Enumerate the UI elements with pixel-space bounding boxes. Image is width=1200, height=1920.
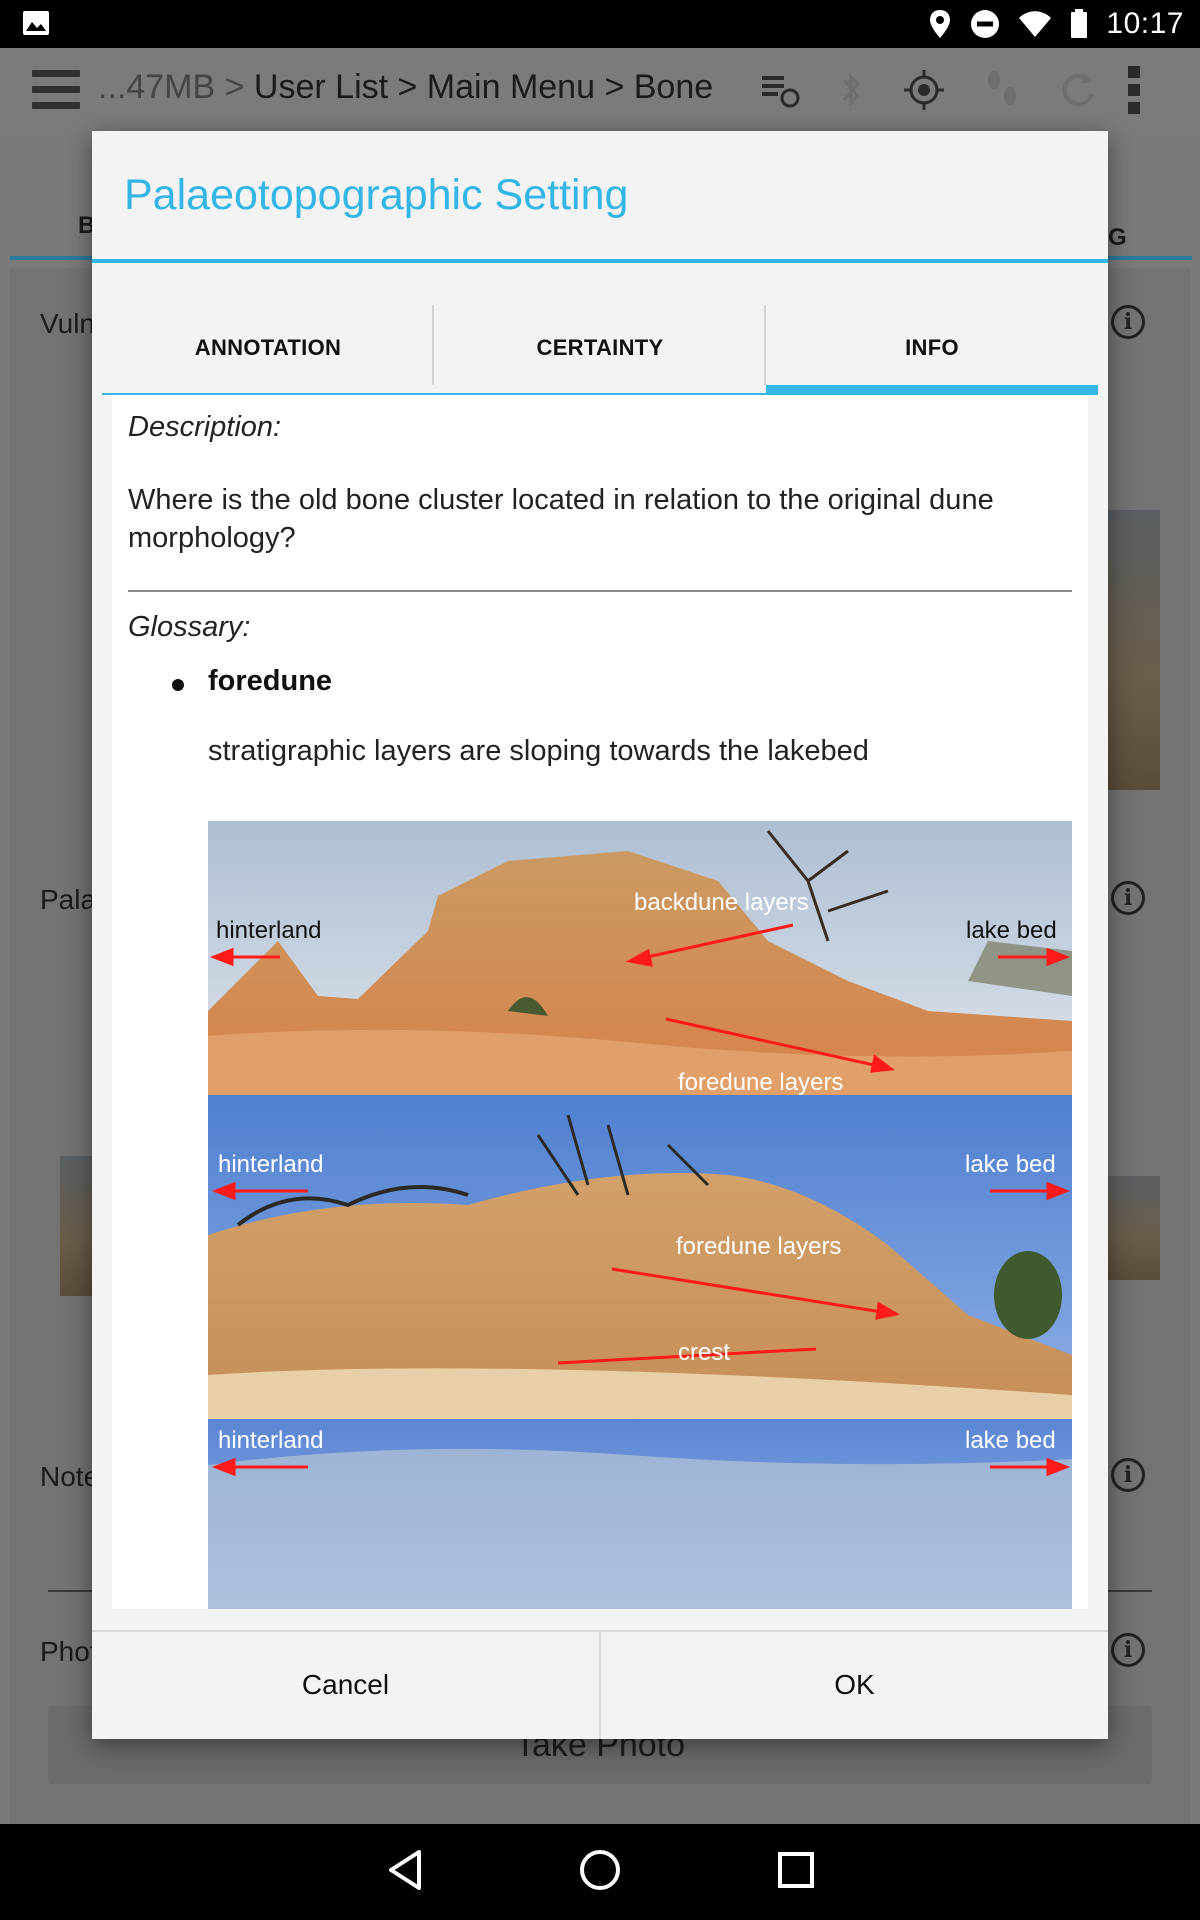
tab-annotation[interactable]: ANNOTATION (102, 291, 434, 395)
foredune-photo-3: hinterland lake bed (208, 1419, 1072, 1609)
breadcrumb: ...47MB > User List > Main Menu > Bone (98, 68, 713, 107)
description-text: Where is the old bone cluster located in… (128, 484, 994, 554)
photo-2-hinterland-label: hinterland (218, 1151, 324, 1178)
menu-icon[interactable] (32, 70, 80, 110)
bluetooth-icon[interactable] (836, 70, 866, 110)
battery-icon (1071, 9, 1088, 38)
dialog-title: Palaeotopographic Setting (124, 171, 629, 219)
navigation-bar (0, 1824, 1200, 1920)
info-content[interactable]: Description: Where is the old bone clust… (112, 395, 1088, 1609)
dialog-button-bar: Cancel OK (92, 1630, 1108, 1739)
breadcrumb-prefix[interactable]: ...47MB > (98, 68, 244, 106)
app-tab-right-letter[interactable]: G (1108, 224, 1127, 252)
info-icon[interactable]: i (1111, 305, 1145, 339)
glossary-bullet (172, 679, 184, 691)
glossary-term: foredune (208, 665, 333, 697)
ok-button[interactable]: OK (601, 1632, 1108, 1739)
info-icon[interactable]: i (1111, 881, 1145, 915)
tab-annotation-label: ANNOTATION (194, 335, 342, 360)
back-icon[interactable] (385, 1848, 425, 1892)
info-icon[interactable]: i (1111, 1458, 1145, 1492)
gps-icon[interactable] (902, 68, 946, 112)
do-not-disturb-icon (971, 10, 1000, 38)
track-icon[interactable] (982, 68, 1022, 112)
tab-certainty-label: CERTAINTY (536, 335, 664, 360)
background-thumbnail (1108, 1176, 1160, 1280)
photo-1-lakebed-label: lake bed (966, 917, 1057, 944)
tab-info-label: INFO (905, 335, 959, 360)
photo-3-lakebed-label: lake bed (965, 1427, 1056, 1454)
photo-1-backdune-label: backdune layers (634, 889, 809, 916)
home-icon[interactable] (578, 1848, 622, 1892)
content-divider (128, 590, 1072, 592)
tab-info-active-indicator (766, 385, 1098, 395)
dialog-tab-bar: ANNOTATION CERTAINTY INFO (102, 291, 1098, 395)
photo-label: Phot (40, 1636, 98, 1667)
location-icon (930, 10, 951, 38)
foredune-photo-1: hinterland lake bed backdune layers fore… (208, 821, 1072, 1095)
photo-2-lakebed-label: lake bed (965, 1151, 1056, 1178)
app-tab-indicator-right (1100, 256, 1192, 260)
palaeo-label: Pala (40, 884, 97, 915)
background-thumbnail (60, 1156, 96, 1296)
app-toolbar: ...47MB > User List > Main Menu > Bone (0, 48, 1200, 132)
breadcrumb-path[interactable]: User List > Main Menu > Bone (254, 68, 713, 106)
palaeotopographic-dialog: Palaeotopographic Setting ANNOTATION CER… (92, 131, 1108, 1739)
photo-3-hinterland-label: hinterland (218, 1427, 324, 1454)
clock: 10:17 (1106, 7, 1184, 40)
tab-info[interactable]: INFO (766, 291, 1098, 395)
photo-1-hinterland-label: hinterland (216, 917, 322, 944)
wifi-icon (1019, 11, 1052, 37)
glossary-label: Glossary: (128, 611, 251, 643)
cancel-button[interactable]: Cancel (92, 1632, 601, 1739)
photo-2-foredune-label: foredune layers (676, 1233, 842, 1260)
overflow-menu-icon[interactable] (1128, 66, 1140, 120)
info-icon[interactable]: i (1111, 1633, 1145, 1667)
photo-1-foredune-label: foredune layers (678, 1069, 844, 1095)
image-notification-icon (23, 11, 49, 35)
glossary-definition: stratigraphic layers are sloping towards… (208, 735, 869, 767)
tab-certainty[interactable]: CERTAINTY (434, 291, 766, 395)
refresh-icon[interactable] (1058, 70, 1098, 110)
notes-label: Note (40, 1461, 100, 1492)
background-thumbnail (1108, 510, 1160, 790)
status-bar: 10:17 (0, 0, 1200, 48)
dialog-title-divider (92, 259, 1108, 263)
photo-2-crest-label: crest (678, 1339, 731, 1366)
recents-icon[interactable] (776, 1848, 816, 1892)
app-tab-indicator-left (10, 256, 100, 260)
foredune-photo-2: hinterland lake bed foredune layers cres… (208, 1095, 1072, 1419)
sync-list-icon[interactable] (760, 72, 800, 108)
description-label: Description: (128, 411, 282, 443)
